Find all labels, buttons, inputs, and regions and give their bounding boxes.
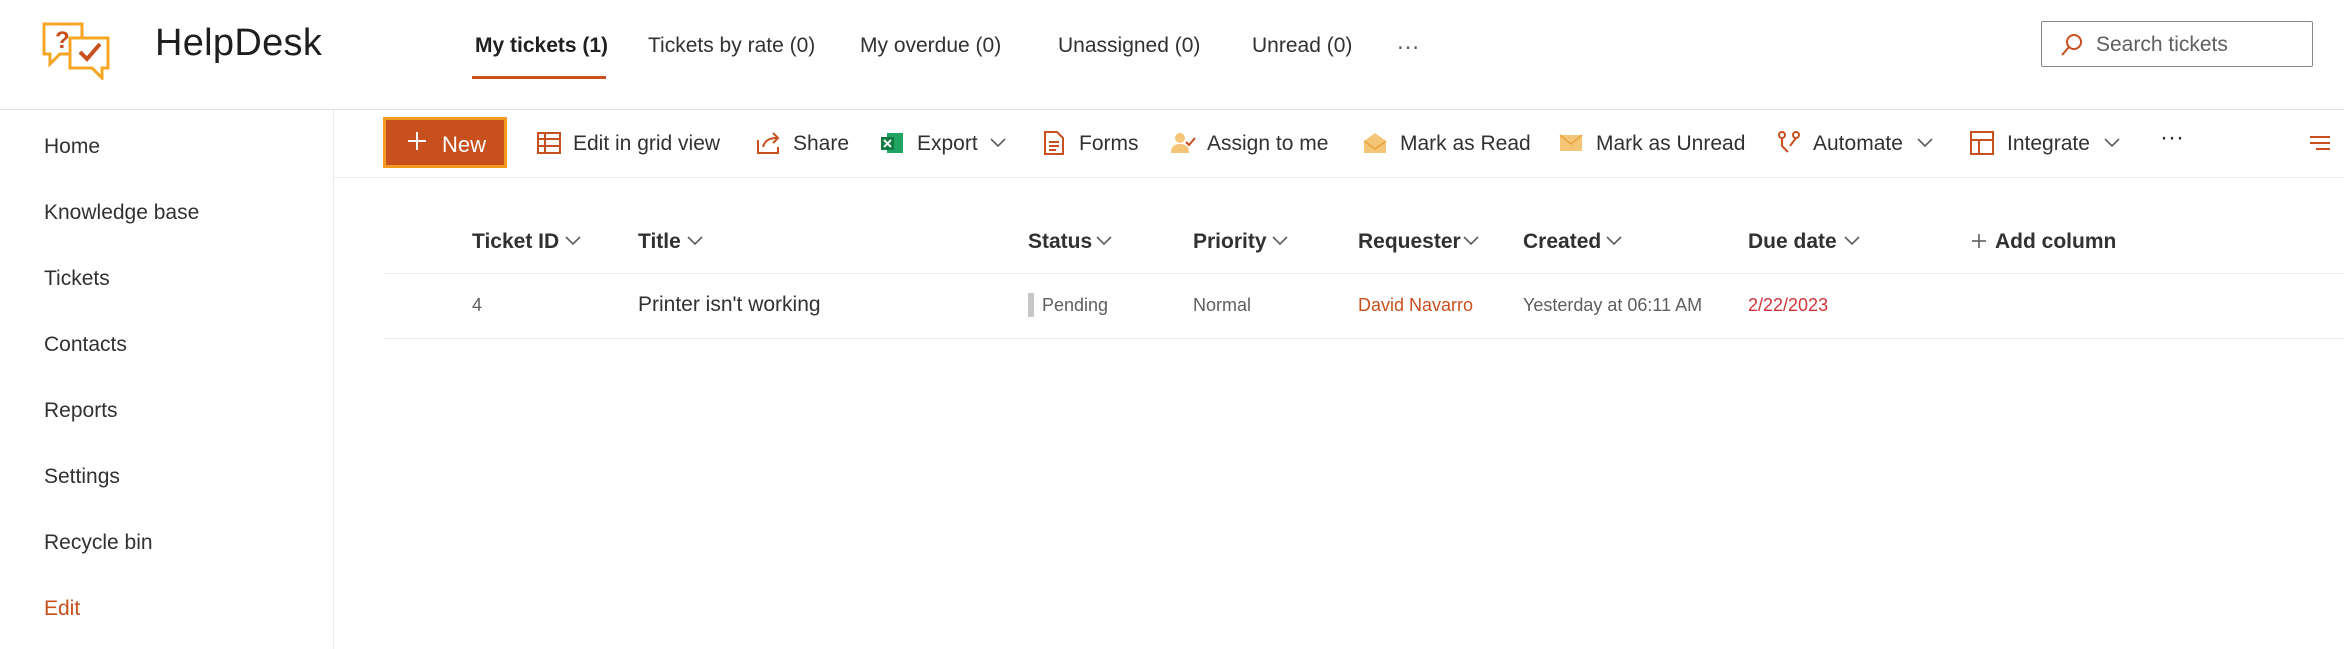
assign-person-icon [1171, 133, 1196, 153]
search-icon [2061, 34, 2082, 56]
helpdesk-logo-icon: ? [42, 22, 110, 80]
cell-requester[interactable]: David Navarro [1358, 295, 1473, 316]
new-button[interactable]: New [383, 117, 507, 168]
cell-created: Yesterday at 06:11 AM [1523, 295, 1703, 315]
sidebar-item-tickets[interactable]: Tickets [44, 267, 110, 291]
share-button[interactable]: Share [793, 132, 849, 156]
top-header: ? HelpDesk My tickets (1) Tickets by rat… [0, 0, 2344, 110]
cell-priority: Normal [1193, 295, 1252, 315]
title-chevron-down-icon[interactable] [687, 236, 703, 246]
app-title: HelpDesk [155, 22, 323, 64]
svg-text:?: ? [55, 27, 70, 54]
ticket-id-chevron-down-icon[interactable] [565, 236, 581, 246]
tab-my-overdue[interactable]: My overdue (0) [860, 34, 1001, 58]
sidebar-item-settings[interactable]: Settings [44, 465, 120, 489]
column-header-status[interactable]: Status [1028, 230, 1092, 254]
cell-title[interactable]: Printer isn't working [638, 293, 821, 317]
status-indicator [1028, 293, 1034, 317]
automate-chevron-down-icon[interactable] [1917, 138, 1933, 148]
sidebar-edit-link[interactable]: Edit [44, 597, 80, 621]
export-chevron-down-icon[interactable] [990, 138, 1006, 148]
column-header-priority[interactable]: Priority [1193, 230, 1267, 254]
created-chevron-down-icon[interactable] [1606, 236, 1622, 246]
tabs-more-button[interactable]: … [1396, 28, 1420, 56]
tab-unread[interactable]: Unread (0) [1252, 34, 1352, 58]
sidebar-item-recycle-bin[interactable]: Recycle bin [44, 531, 153, 555]
sidebar-item-home[interactable]: Home [44, 135, 100, 159]
priority-chevron-down-icon[interactable] [1272, 236, 1288, 246]
search-box[interactable]: Search tickets [2041, 21, 2313, 67]
sidebar-item-knowledge-base[interactable]: Knowledge base [44, 201, 199, 225]
integrate-icon [1970, 131, 1994, 155]
more-commands-button[interactable]: ··· [2160, 124, 2184, 152]
integrate-chevron-down-icon[interactable] [2104, 138, 2120, 148]
cell-due-date: 2/22/2023 [1748, 295, 1829, 315]
add-column-plus-icon[interactable] [1971, 233, 1987, 249]
add-column-button[interactable]: Add column [1995, 230, 2116, 254]
due-date-chevron-down-icon[interactable] [1844, 236, 1860, 246]
forms-button[interactable]: Forms [1079, 132, 1139, 156]
column-header-requester[interactable]: Requester [1358, 230, 1461, 254]
assign-to-me-button[interactable]: Assign to me [1207, 132, 1328, 156]
plus-icon [408, 132, 426, 150]
integrate-button[interactable]: Integrate [2007, 132, 2090, 156]
status-chevron-down-icon[interactable] [1096, 236, 1112, 246]
edit-grid-view-button[interactable]: Edit in grid view [573, 132, 720, 156]
open-envelope-icon [1363, 133, 1387, 153]
column-header-ticket-id[interactable]: Ticket ID [472, 230, 559, 254]
grid-view-icon [537, 132, 561, 154]
tab-my-tickets[interactable]: My tickets (1) [475, 34, 608, 58]
cell-ticket-id: 4 [472, 295, 483, 315]
sidebar-item-reports[interactable]: Reports [44, 399, 118, 423]
tab-tickets-by-rate[interactable]: Tickets by rate (0) [648, 34, 815, 58]
share-icon [757, 132, 780, 154]
new-button-label: New [442, 132, 487, 157]
automate-button[interactable]: Automate [1813, 132, 1903, 156]
forms-icon [1044, 131, 1064, 155]
mark-as-read-button[interactable]: Mark as Read [1400, 132, 1531, 156]
active-tab-indicator [472, 76, 606, 79]
search-input[interactable]: Search tickets [2096, 33, 2228, 57]
tab-unassigned[interactable]: Unassigned (0) [1058, 34, 1200, 58]
export-button[interactable]: Export [917, 132, 978, 156]
column-header-due-date[interactable]: Due date [1748, 230, 1837, 254]
requester-chevron-down-icon[interactable] [1463, 236, 1479, 246]
envelope-icon [1559, 134, 1583, 151]
view-options-icon[interactable] [2308, 134, 2332, 152]
automate-flow-icon [1778, 131, 1800, 153]
left-navigation [0, 110, 334, 649]
column-header-created[interactable]: Created [1523, 230, 1601, 254]
column-header-title[interactable]: Title [638, 230, 681, 254]
sidebar-item-contacts[interactable]: Contacts [44, 333, 127, 357]
excel-icon [881, 133, 903, 153]
cell-status: Pending [1042, 295, 1109, 315]
mark-as-unread-button[interactable]: Mark as Unread [1596, 132, 1745, 156]
